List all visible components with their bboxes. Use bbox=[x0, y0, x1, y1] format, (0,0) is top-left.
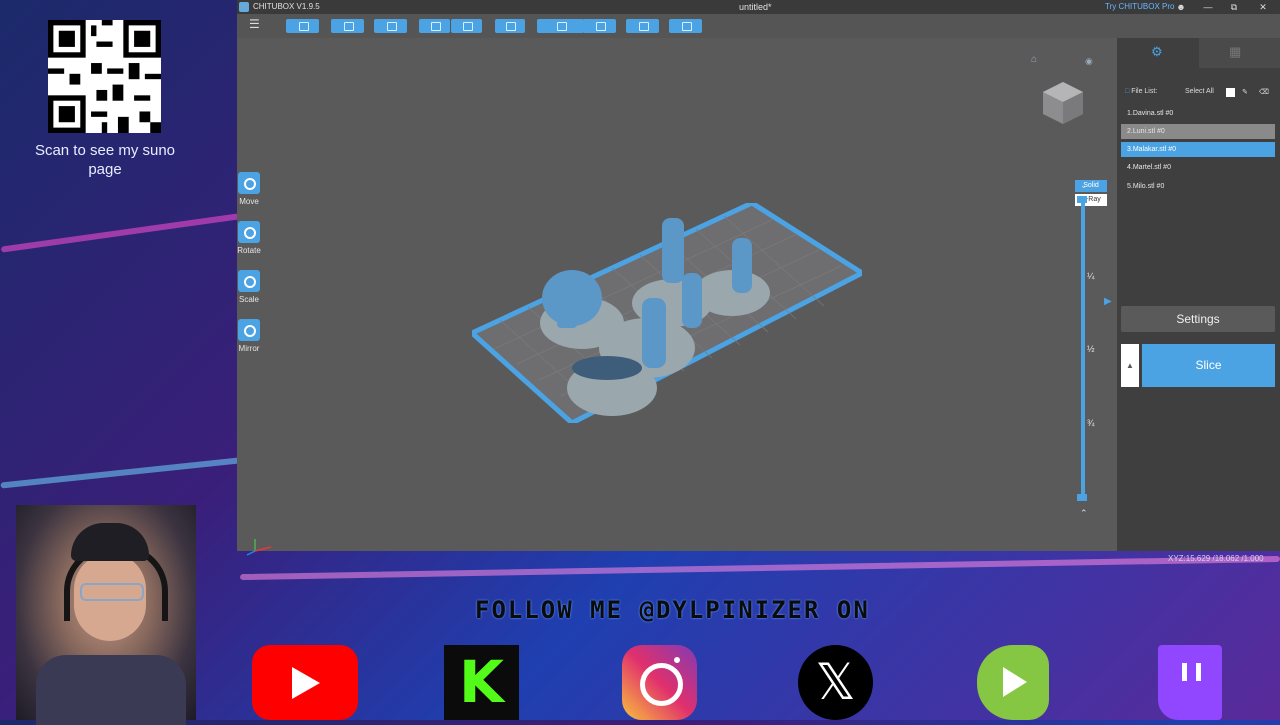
rotate-label: Rotate bbox=[237, 246, 261, 255]
minimize-icon[interactable]: — bbox=[1197, 0, 1219, 14]
background-streak bbox=[240, 555, 1280, 581]
twitch-icon bbox=[1158, 645, 1222, 720]
chevron-down-icon[interactable]: ⌄ bbox=[1080, 180, 1088, 191]
import-icon[interactable] bbox=[374, 19, 407, 33]
undo-icon[interactable] bbox=[419, 19, 450, 33]
title-bar: CHITUBOX V1.9.5 untitled* Try CHITUBOX P… bbox=[237, 0, 1280, 14]
move-icon bbox=[238, 172, 260, 194]
move-label: Move bbox=[239, 197, 259, 206]
save-icon[interactable] bbox=[331, 19, 364, 33]
kick-icon: K bbox=[444, 645, 519, 720]
file-item[interactable]: 2.Luni.stl #0 bbox=[1121, 124, 1275, 139]
try-pro-link[interactable]: Try CHITUBOX Pro bbox=[1105, 2, 1174, 11]
settings-button[interactable]: Settings bbox=[1121, 306, 1275, 332]
qr-code bbox=[48, 20, 161, 133]
support-icon[interactable] bbox=[537, 19, 584, 33]
select-all-label: Select All bbox=[1185, 88, 1214, 95]
maximize-icon[interactable]: ⧉ bbox=[1223, 0, 1245, 14]
layer-slider-top-handle[interactable] bbox=[1077, 196, 1087, 203]
file-item[interactable]: 5.Milo.stl #0 bbox=[1121, 179, 1275, 194]
background-streak bbox=[0, 213, 240, 253]
mirror-tool[interactable]: Mirror bbox=[237, 319, 261, 353]
chitubox-window: CHITUBOX V1.9.5 untitled* Try CHITUBOX P… bbox=[237, 0, 1280, 556]
view-cube[interactable] bbox=[1035, 74, 1091, 130]
qr-caption: Scan to see my suno page bbox=[34, 142, 176, 178]
file-list-header: □ File List: Select All ✎ ⌫ bbox=[1125, 88, 1275, 97]
scale-icon bbox=[238, 270, 260, 292]
mirror-icon bbox=[238, 319, 260, 341]
youtube-icon bbox=[252, 645, 358, 720]
x-icon: 𝕏 bbox=[798, 645, 873, 720]
menu-icon[interactable]: ☰ bbox=[249, 18, 261, 30]
slice-button[interactable]: Slice bbox=[1142, 344, 1275, 387]
home-view-icon[interactable]: ⌂ bbox=[1031, 54, 1037, 65]
right-panel: ⚙ ▦ □ File List: Select All ✎ ⌫ 1.Davina… bbox=[1117, 38, 1280, 551]
toolbar: ☰ bbox=[237, 14, 1117, 38]
xyz-readout: XYZ:15.629 /18.062 /1.000 bbox=[1168, 554, 1264, 563]
file-item[interactable]: 3.Malakar.stl #0 bbox=[1121, 142, 1275, 157]
rotate-icon bbox=[238, 221, 260, 243]
glasses bbox=[80, 583, 144, 601]
slider-mark-half: ½ bbox=[1087, 344, 1095, 354]
platform-tab-icon[interactable]: ▦ bbox=[1229, 44, 1241, 60]
slice-options-button[interactable]: ▲ bbox=[1121, 344, 1139, 387]
layout-icon[interactable] bbox=[495, 19, 525, 33]
layer-slider-bottom-handle[interactable] bbox=[1077, 494, 1087, 501]
file-item[interactable]: 1.Davina.stl #0 bbox=[1121, 106, 1275, 121]
chitubox-logo-icon bbox=[239, 2, 249, 12]
app-name: CHITUBOX V1.9.5 bbox=[253, 2, 320, 11]
cap bbox=[71, 523, 149, 561]
build-plate bbox=[472, 203, 862, 423]
webcam-feed bbox=[16, 505, 196, 725]
3d-viewport[interactable]: Move Rotate Scale Mirror ⌂ ◉ Solid X-Ray… bbox=[237, 38, 1117, 556]
close-icon[interactable]: ✕ bbox=[1252, 0, 1274, 14]
webcam-shirt bbox=[36, 655, 186, 725]
tab-models[interactable]: ⚙ bbox=[1117, 38, 1199, 68]
drill-icon[interactable] bbox=[626, 19, 659, 33]
file-icon: □ bbox=[1125, 88, 1130, 95]
settings-tab-icon: ⚙ bbox=[1151, 44, 1163, 59]
axis-indicator-icon bbox=[246, 539, 272, 556]
panel-toggle-icon[interactable]: ▶ bbox=[1104, 296, 1112, 307]
chevron-up-icon[interactable]: ⌃ bbox=[1080, 508, 1088, 519]
redo-icon[interactable] bbox=[451, 19, 482, 33]
mirror-label: Mirror bbox=[238, 344, 260, 353]
eye-icon[interactable]: ◉ bbox=[1085, 56, 1093, 67]
background-streak bbox=[0, 457, 240, 489]
follow-banner: FOLLOW ME @DYLPINIZER ON bbox=[475, 596, 870, 624]
scale-label: Scale bbox=[238, 295, 259, 304]
instagram-icon bbox=[622, 645, 697, 720]
user-icon[interactable]: ☻ bbox=[1170, 0, 1192, 14]
panel-tabs: ⚙ ▦ bbox=[1117, 38, 1280, 68]
scale-tool[interactable]: Scale bbox=[237, 270, 261, 304]
file-list-label: File List: bbox=[1131, 88, 1158, 95]
hollow-icon[interactable] bbox=[583, 19, 616, 33]
slider-mark-three-quarter: ¾ bbox=[1087, 418, 1095, 428]
document-title: untitled* bbox=[739, 2, 772, 12]
cut-icon[interactable] bbox=[669, 19, 702, 33]
rotate-tool[interactable]: Rotate bbox=[237, 221, 261, 255]
open-file-icon[interactable] bbox=[286, 19, 319, 33]
layer-slider-track[interactable] bbox=[1081, 198, 1085, 498]
slider-mark-quarter: ¼ bbox=[1087, 271, 1095, 281]
move-tool[interactable]: Move bbox=[237, 172, 261, 206]
file-item[interactable]: 4.Martel.stl #0 bbox=[1121, 160, 1275, 175]
delete-icon[interactable]: ⌫ bbox=[1259, 88, 1269, 96]
rumble-icon bbox=[977, 645, 1049, 720]
edit-icon[interactable]: ✎ bbox=[1242, 88, 1248, 96]
select-all-checkbox[interactable] bbox=[1226, 88, 1235, 97]
